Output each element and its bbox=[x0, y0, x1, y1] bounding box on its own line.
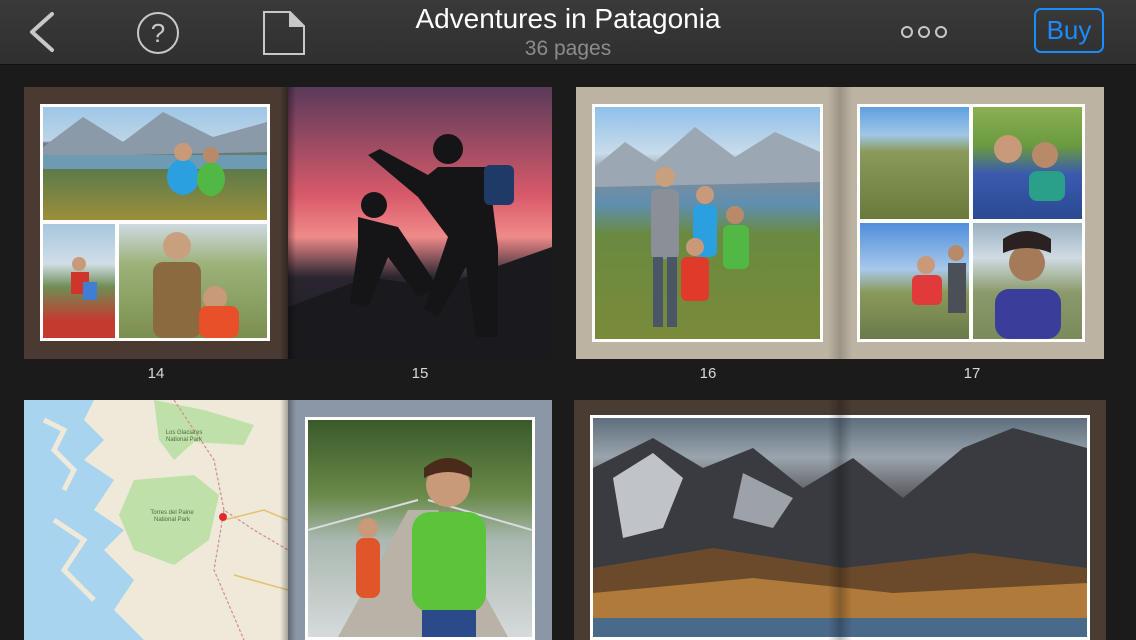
page-16[interactable] bbox=[576, 87, 840, 359]
page-bridge[interactable] bbox=[288, 400, 552, 640]
spread-18-19[interactable]: Los Glaciares National Park Torres del P… bbox=[24, 400, 552, 640]
map-label-glaciares: Los Glaciares National Park bbox=[165, 430, 203, 443]
page-17[interactable] bbox=[840, 87, 1104, 359]
help-circle-icon: ? bbox=[137, 12, 179, 54]
chevron-left-icon bbox=[30, 12, 54, 52]
spread-16-17[interactable] bbox=[576, 87, 1104, 359]
help-button[interactable]: ? bbox=[136, 11, 180, 55]
page-count: 36 pages bbox=[524, 37, 612, 60]
buy-button[interactable]: Buy bbox=[1034, 8, 1104, 53]
photo bbox=[40, 221, 118, 341]
book-title: Adventures in Patagonia bbox=[415, 3, 721, 34]
svg-text:?: ? bbox=[151, 18, 165, 48]
page-number-16: 16 bbox=[699, 365, 717, 382]
photo bbox=[970, 104, 1085, 222]
page-map[interactable]: Los Glaciares National Park Torres del P… bbox=[24, 400, 288, 640]
more-dots-icon bbox=[901, 26, 947, 38]
photo bbox=[970, 220, 1085, 342]
spread-14-15[interactable] bbox=[24, 87, 552, 359]
more-button[interactable] bbox=[900, 22, 950, 42]
page-15[interactable] bbox=[288, 87, 552, 359]
page-number-15: 15 bbox=[411, 365, 429, 382]
map-label-torres: Torres del Paine National Park bbox=[150, 510, 194, 523]
page-number-14: 14 bbox=[147, 365, 165, 382]
page-grid: 14 15 16 17 Los Glaciares National Park … bbox=[0, 66, 1136, 640]
photo bbox=[592, 104, 823, 342]
photo bbox=[40, 104, 270, 223]
photo bbox=[305, 417, 535, 640]
page-14[interactable] bbox=[24, 87, 288, 359]
photo bbox=[116, 221, 270, 341]
spread-20-21[interactable] bbox=[574, 400, 1106, 640]
photo bbox=[857, 104, 972, 222]
back-button[interactable] bbox=[26, 10, 60, 54]
photo bbox=[857, 220, 972, 342]
page-number-17: 17 bbox=[963, 365, 981, 382]
top-toolbar: ? Adventures in Patagonia 36 pages Buy bbox=[0, 0, 1136, 65]
